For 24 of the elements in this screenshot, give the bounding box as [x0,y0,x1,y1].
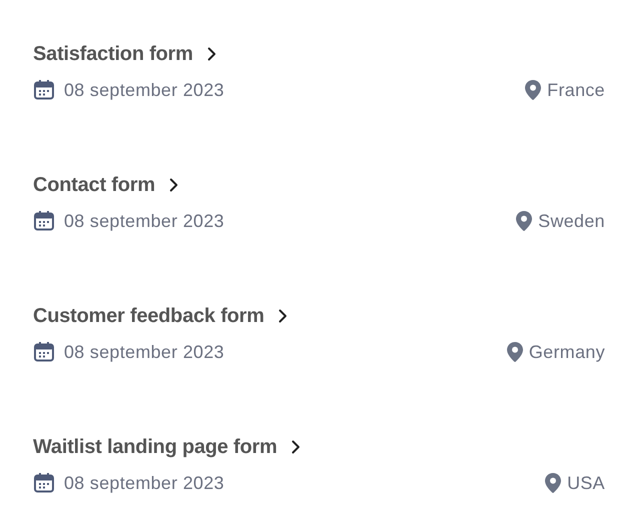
location-text: France [547,80,605,100]
form-title-link[interactable]: Contact form [33,174,156,196]
date-text: 08 september 2023 [64,80,224,100]
date-text: 08 september 2023 [64,472,224,494]
location-text: USA [567,472,605,494]
date-text: 08 september 2023 [64,210,224,232]
chevron-right-icon[interactable] [278,309,288,323]
location-text: Germany [528,342,605,362]
calendar-icon [33,472,55,494]
chevron-right-icon[interactable] [169,178,180,192]
calendar-icon [33,79,55,101]
chevron-right-icon[interactable] [291,440,302,454]
date-text: 08 september 2023 [64,342,224,362]
location-text: Sweden [538,210,605,232]
form-title-link[interactable]: Satisfaction form [33,42,193,66]
form-title-link[interactable]: Waitlist landing page form [33,436,278,458]
location-pin-icon [524,79,542,101]
location-pin-icon [506,341,524,363]
calendar-icon [33,210,55,232]
location-pin-icon [515,210,534,232]
form-title-link[interactable]: Customer feedback form [33,304,264,328]
location-pin-icon [544,472,562,494]
chevron-right-icon[interactable] [206,47,217,61]
calendar-icon [33,341,55,363]
